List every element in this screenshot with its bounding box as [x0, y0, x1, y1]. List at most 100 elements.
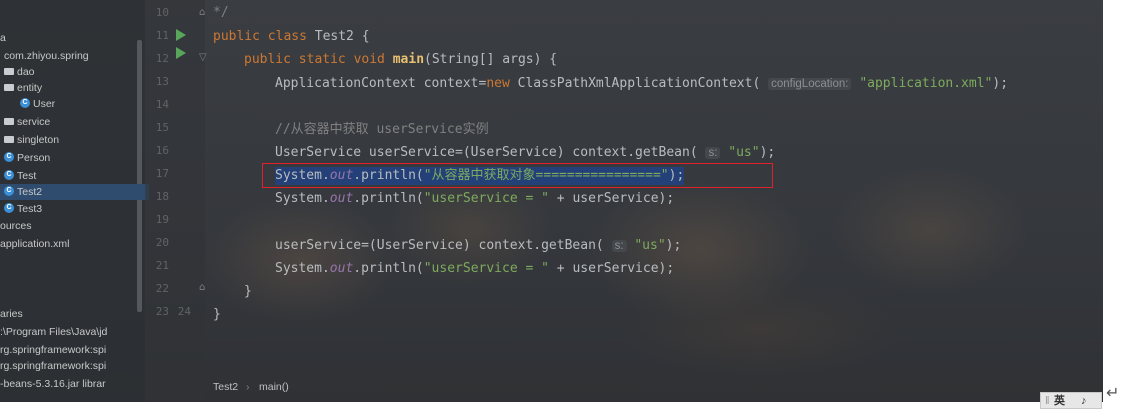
class-icon: C — [4, 186, 14, 197]
line-number: 22 — [155, 282, 169, 295]
static-field: out — [329, 191, 354, 206]
line-number: 13 — [155, 75, 169, 88]
tree-item-label: dao — [17, 66, 35, 78]
tree-item-label: service — [17, 116, 51, 128]
run-main-icon[interactable] — [176, 47, 186, 59]
string-literal: "userService = " — [423, 191, 549, 206]
code-text: UserService userService=(UserService) co… — [275, 145, 698, 160]
tree-item-label: entity — [17, 82, 43, 94]
code-text: ApplicationContext context= — [275, 76, 487, 91]
ime-mode-icon: ♪ — [1081, 395, 1087, 407]
ime-indicator[interactable]: ‖ 英 ♪ — [1040, 392, 1102, 409]
tree-item-label: rg.springframework:spi — [0, 360, 107, 372]
line-number: 21 — [155, 259, 169, 272]
editor-gutter: ⌂ ▽ ⌂ 10 11 12 13 14 15 16 17 18 19 20 21 22 23 24 — [145, 0, 207, 402]
code-text: .println( — [353, 261, 424, 276]
class-icon: C — [4, 152, 14, 163]
tree-item[interactable]: singleton — [0, 132, 149, 148]
parameter-hint: configLocation: — [768, 78, 852, 90]
string-literal: "us" — [728, 145, 760, 160]
code-text: ClassPathXmlApplicationContext( — [517, 76, 761, 91]
line-number: 11 — [155, 29, 169, 42]
tree-item-label: application.xml — [0, 238, 70, 250]
parameter-hint: s: — [611, 240, 627, 252]
code-text: Test2 { — [314, 29, 370, 44]
static-field: out — [329, 261, 354, 276]
tree-item[interactable]: rg.springframework:spi — [0, 358, 145, 374]
tree-item[interactable]: service — [0, 114, 149, 130]
code-line-16: UserService userService=(UserService) co… — [275, 144, 775, 162]
keyword-text: new — [486, 76, 518, 91]
code-line-12: public static void main(String[] args) { — [244, 51, 557, 69]
parameter-hint: s: — [705, 147, 721, 159]
tree-item-label: ources — [0, 220, 32, 232]
code-line-11: public class Test2 { — [213, 28, 370, 46]
class-icon: C — [20, 98, 30, 109]
line-number: 10 — [155, 6, 169, 19]
folder-icon — [4, 83, 14, 91]
folder-icon — [4, 135, 14, 143]
tree-item-label: Person — [17, 152, 51, 164]
tree-item[interactable]: C Test — [0, 168, 149, 184]
tree-item[interactable]: rg.springframework:spi — [0, 342, 145, 358]
project-tree-panel: a com.zhiyou.spring dao entity C User service s… — [0, 0, 149, 402]
code-text: + userService); — [548, 191, 675, 206]
tree-item-label: a — [0, 32, 6, 44]
code-text: } — [213, 307, 221, 322]
ime-language: 英 — [1054, 395, 1065, 407]
code-text: System. — [275, 261, 330, 276]
line-number: 14 — [155, 98, 169, 111]
code-text: .println( — [353, 191, 424, 206]
tree-item[interactable]: C User — [0, 96, 165, 112]
code-text: + userService); — [548, 261, 675, 276]
keyword-text: public class — [213, 29, 315, 44]
code-line-20: userService=(UserService) context.getBea… — [275, 237, 681, 255]
breadcrumb-separator-icon: › — [246, 381, 250, 393]
string-literal: "userService = " — [423, 261, 549, 276]
code-text: ); — [665, 238, 682, 253]
breadcrumb-class[interactable]: Test2 — [213, 375, 238, 399]
tree-item[interactable]: com.zhiyou.spring — [0, 48, 149, 64]
class-icon: C — [4, 203, 14, 214]
line-number: 19 — [155, 213, 169, 226]
breadcrumb: Test2 › main() — [145, 375, 1103, 402]
tree-item[interactable]: application.xml — [0, 236, 145, 252]
line-number: 24 — [177, 305, 191, 318]
ide-window: a com.zhiyou.spring dao entity C User service s… — [0, 0, 1103, 402]
tree-item[interactable]: C Person — [0, 150, 149, 166]
class-icon: C — [4, 170, 14, 181]
tree-item[interactable]: C Test2 — [0, 184, 149, 200]
tree-item-label: com.zhiyou.spring — [4, 50, 89, 62]
code-line-10: */ — [213, 4, 229, 22]
enter-arrow-icon: ↵ — [1106, 383, 1120, 402]
string-literal: "us" — [634, 238, 666, 253]
tree-item[interactable]: a — [0, 30, 145, 46]
folder-icon — [4, 117, 14, 125]
tree-item[interactable]: aries — [0, 306, 145, 322]
folder-icon — [4, 67, 14, 75]
run-class-icon[interactable] — [176, 29, 186, 41]
code-text: ); — [759, 145, 776, 160]
tree-item[interactable]: :\Program Files\Java\jd — [0, 324, 145, 340]
tree-item[interactable]: C Test3 — [0, 201, 149, 217]
tree-item-label: singleton — [17, 134, 60, 146]
line-number: 15 — [155, 121, 169, 134]
tree-item-label: Test — [17, 170, 37, 182]
line-number: 18 — [155, 190, 169, 203]
method-name: main — [392, 52, 425, 67]
tree-item[interactable]: entity — [0, 80, 149, 96]
highlight-box — [262, 163, 773, 188]
tree-item[interactable]: ources — [0, 218, 145, 234]
code-text: (String[] args) { — [424, 52, 558, 67]
code-text: ); — [992, 76, 1009, 91]
string-literal: "application.xml" — [859, 76, 993, 91]
tree-item-label: :\Program Files\Java\jd — [0, 326, 108, 338]
code-line-13: ApplicationContext context=new ClassPath… — [275, 75, 1008, 93]
tree-item[interactable]: dao — [0, 64, 149, 80]
code-text: } — [244, 284, 252, 299]
breadcrumb-method[interactable]: main() — [259, 375, 289, 399]
code-line-21: System.out.println("userService = " + us… — [275, 260, 674, 278]
comment-text: //从容器中获取 userService实例 — [275, 122, 489, 137]
line-number: 12 — [155, 52, 169, 65]
tree-item[interactable]: -beans-5.3.16.jar librar — [0, 376, 145, 392]
